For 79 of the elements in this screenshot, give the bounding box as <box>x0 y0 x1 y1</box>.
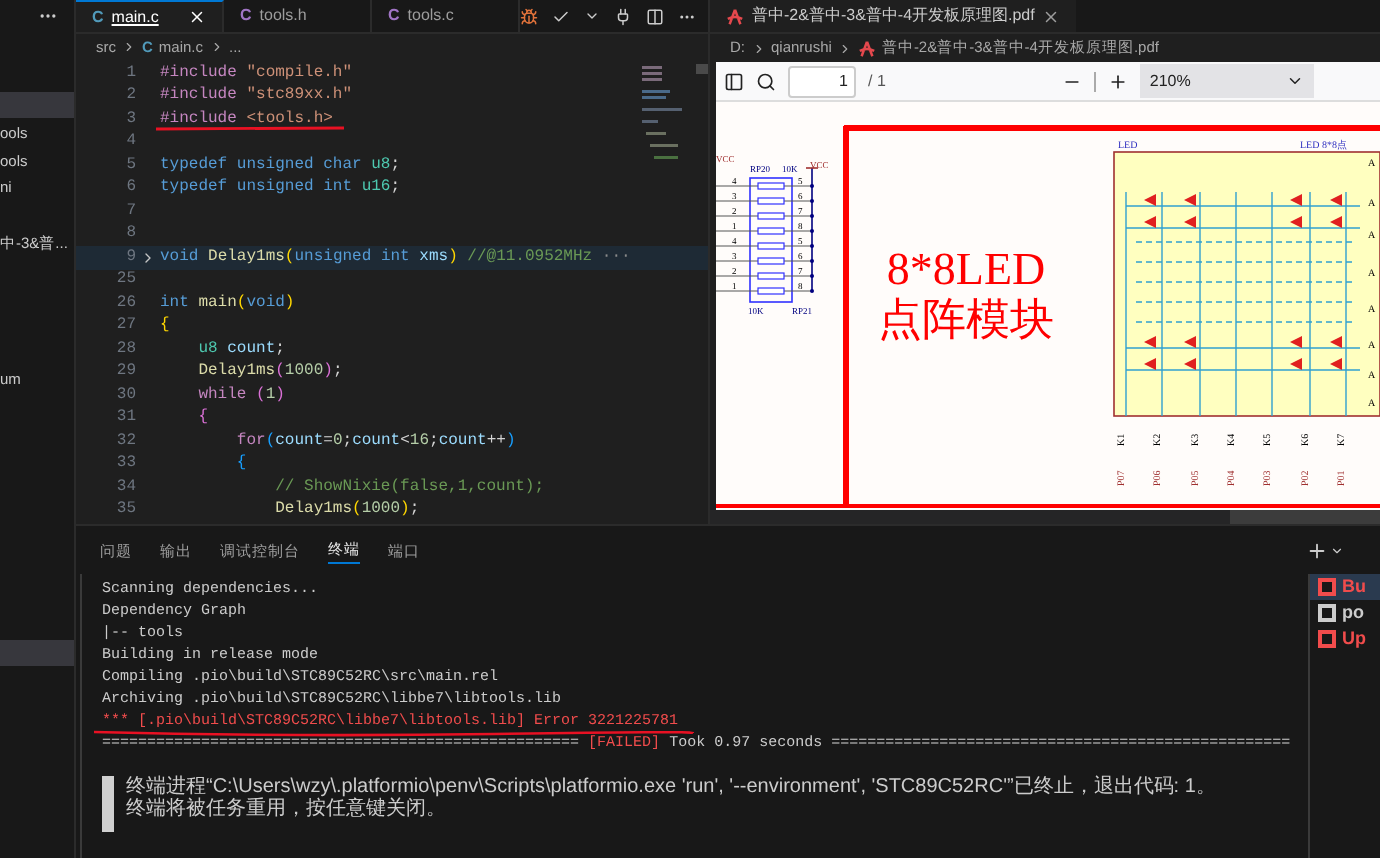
c-file-icon: C <box>388 4 400 28</box>
code-line: int main(void) <box>160 293 295 312</box>
code-line: { <box>196 408 209 427</box>
code-line: #include <tools.h> <box>160 109 333 128</box>
chevron-right-icon <box>751 41 765 55</box>
code-line: typedef unsigned char u8; <box>160 155 401 174</box>
line-number: 26 <box>114 291 136 316</box>
code-line: Delay1ms(1000); <box>273 500 420 519</box>
line-number: 2 <box>124 84 136 109</box>
search-icon[interactable] <box>756 71 776 91</box>
line-number: 25 <box>114 268 136 293</box>
scrollbar-thumb[interactable] <box>696 64 708 74</box>
line-number: 34 <box>114 475 136 500</box>
chevron-right-icon <box>209 40 224 54</box>
code-line: { <box>160 316 170 335</box>
line-number: 32 <box>114 429 136 454</box>
zoom-select[interactable]: 210% <box>1139 64 1314 98</box>
line-number: 4 <box>124 130 136 155</box>
code-line: while (1) <box>196 385 285 404</box>
schematic-title: 8*8LED <box>886 244 1046 294</box>
line-number: 1 <box>124 61 136 86</box>
close-icon[interactable] <box>1042 7 1061 25</box>
horizontal-scrollbar-thumb[interactable] <box>1230 510 1380 524</box>
tab-label: 普中-2&普中-3&普中-4开发板原理图.pdf <box>752 4 1035 28</box>
line-number: 28 <box>114 337 136 362</box>
line-number: 3 <box>124 107 136 132</box>
terminal-list-item[interactable]: po <box>1310 600 1380 626</box>
c-file-icon: C <box>92 5 104 29</box>
code-line: void Delay1ms(unsigned int xms) //@11.0952MHz ··· <box>160 247 631 266</box>
line-number: 5 <box>124 153 136 178</box>
schematic-title: 点阵模块 <box>878 294 1054 344</box>
editor-tab[interactable]: 普中-2&普中-3&普中-4开发板原理图.pdf <box>710 0 1077 32</box>
split-editor-icon[interactable] <box>646 7 664 25</box>
terminal-line: 终端将被任务重用，按任意键关闭。 <box>126 798 448 820</box>
plug-icon[interactable] <box>614 7 632 25</box>
terminal-list-item[interactable]: Up <box>1310 626 1380 652</box>
line-number: 7 <box>124 199 136 224</box>
zoom-in-icon[interactable] <box>1107 71 1128 91</box>
selected-row-highlight <box>0 640 74 666</box>
line-number: 6 <box>124 176 136 201</box>
code-line: for(count=0;count<16;count++) <box>234 431 516 450</box>
selected-row-highlight <box>0 92 74 118</box>
line-number: 8 <box>124 222 136 247</box>
chevron-right-icon <box>122 40 136 54</box>
chevron-down-icon[interactable] <box>584 8 600 24</box>
chevron-down-icon <box>1285 72 1304 90</box>
tab-label: tools.c <box>407 4 454 28</box>
command-marker-icon <box>102 776 114 832</box>
code-line: typedef unsigned int u16; <box>160 178 401 197</box>
code-line: #include "stc89xx.h" <box>160 86 353 105</box>
terminal-line: 终端进程“C:\Users\wzy\.platformio\penv\Scripts\platformio.exe 'run', '--environment', 'STC89C52RC'”已终止，退出代码: 1。 <box>126 776 1216 798</box>
code-line: u8 count; <box>196 339 285 358</box>
code-line: // ShowNixie(false,1,count); <box>273 477 545 496</box>
line-number: 9 <box>124 245 136 270</box>
pdf-icon <box>726 7 744 25</box>
page-number-field[interactable]: 1 <box>788 65 856 97</box>
editor-tab[interactable]: C main.c <box>76 0 224 32</box>
code-line: { <box>234 454 247 473</box>
line-number: 31 <box>114 406 136 431</box>
page-total: / 1 <box>868 69 886 93</box>
code-line: #include "compile.h" <box>160 63 353 82</box>
pdf-icon <box>857 39 876 57</box>
close-icon[interactable] <box>188 8 206 26</box>
bug-icon[interactable] <box>520 7 538 25</box>
new-terminal-icon[interactable] <box>1306 539 1328 561</box>
chevron-down-icon[interactable] <box>1330 543 1344 557</box>
check-icon[interactable] <box>552 7 570 25</box>
line-number: 30 <box>114 383 136 408</box>
line-number: 33 <box>114 452 136 477</box>
chevron-right-icon <box>837 41 852 55</box>
fold-chevron-icon[interactable] <box>140 249 156 266</box>
tab-label: tools.h <box>259 4 307 28</box>
tab-label: main.c <box>111 5 159 29</box>
line-number: 29 <box>114 360 136 385</box>
c-file-icon: C <box>240 4 252 28</box>
line-number: 35 <box>114 498 136 523</box>
line-number: 27 <box>114 314 136 339</box>
sidebar-toggle-icon[interactable] <box>724 71 744 91</box>
code-line: Delay1ms(1000); <box>196 362 343 381</box>
